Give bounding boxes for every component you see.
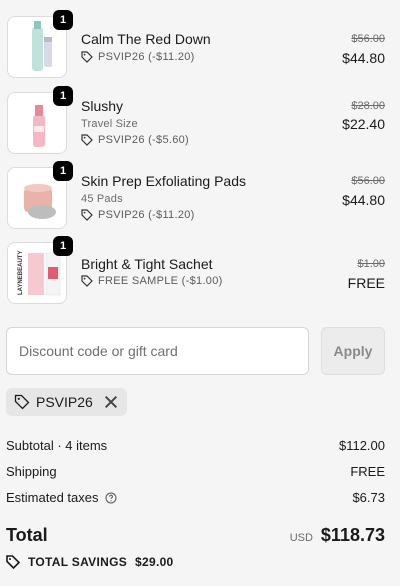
savings-label: TOTAL SAVINGS bbox=[28, 555, 128, 569]
product-thumbnail-wrap: 1 bbox=[7, 10, 73, 78]
tag-icon bbox=[81, 275, 93, 287]
discount-text: FREE SAMPLE (-$1.00) bbox=[98, 275, 223, 287]
apply-button[interactable]: Apply bbox=[321, 327, 385, 375]
taxes-label-wrap: Estimated taxes bbox=[6, 490, 117, 505]
product-thumbnail-wrap: 1 bbox=[7, 161, 73, 229]
original-price: $56.00 bbox=[351, 175, 385, 187]
shipping-row: Shipping FREE bbox=[6, 464, 385, 479]
tag-icon bbox=[81, 51, 93, 63]
product-variant: Travel Size bbox=[81, 118, 138, 130]
total-amount: $118.73 bbox=[320, 525, 385, 545]
discount-text: PSVIP26 (-$5.60) bbox=[98, 134, 190, 146]
tag-icon bbox=[81, 134, 93, 146]
original-price: $1.00 bbox=[357, 258, 385, 270]
product-variant: 45 Pads bbox=[81, 193, 123, 205]
subtotal-label: Subtotal · 4 items bbox=[6, 438, 108, 453]
quantity-badge: 1 bbox=[53, 161, 73, 181]
close-icon bbox=[104, 395, 117, 409]
discount-text: PSVIP26 (-$11.20) bbox=[98, 209, 195, 221]
final-price: $22.40 bbox=[342, 116, 385, 132]
line-item: 1 Slushy Travel Size PSVIP26 (-$5.60) $2… bbox=[0, 86, 400, 157]
total-savings: TOTAL SAVINGS $29.00 bbox=[6, 555, 174, 569]
discount-text: PSVIP26 (-$11.20) bbox=[98, 51, 195, 63]
help-circle-icon[interactable] bbox=[105, 492, 117, 504]
product-name: Skin Prep Exfoliating Pads bbox=[81, 173, 246, 189]
line-item: LAYNEBEAUTY 1 Bright & Tight Sachet FREE… bbox=[0, 236, 400, 308]
total-right: USD $118.73 bbox=[290, 525, 385, 546]
final-price: $44.80 bbox=[342, 50, 385, 66]
tag-icon bbox=[14, 394, 30, 410]
product-thumbnail-wrap: 1 bbox=[7, 86, 73, 154]
original-price: $28.00 bbox=[351, 100, 385, 112]
taxes-value: $6.73 bbox=[352, 490, 385, 505]
product-name: Calm The Red Down bbox=[81, 31, 211, 47]
applied-discount-chip: PSVIP26 bbox=[6, 388, 127, 416]
applied-code-label: PSVIP26 bbox=[36, 394, 93, 410]
sachet-brand-text: LAYNEBEAUTY bbox=[18, 251, 24, 295]
total-row: Total USD $118.73 bbox=[6, 525, 385, 546]
taxes-row: Estimated taxes $6.73 bbox=[6, 490, 385, 505]
tag-filled-icon bbox=[6, 555, 20, 569]
remove-code-button[interactable] bbox=[103, 394, 119, 410]
discount-line: PSVIP26 (-$5.60) bbox=[81, 134, 189, 146]
discount-line: PSVIP26 (-$11.20) bbox=[81, 209, 195, 221]
discount-code-input[interactable] bbox=[6, 327, 309, 375]
product-thumbnail-wrap: LAYNEBEAUTY 1 bbox=[7, 236, 73, 304]
currency-code: USD bbox=[289, 532, 313, 544]
discount-line: FREE SAMPLE (-$1.00) bbox=[81, 275, 223, 287]
tag-icon bbox=[81, 209, 93, 221]
product-name: Slushy bbox=[81, 98, 124, 114]
taxes-label: Estimated taxes bbox=[6, 490, 99, 505]
original-price: $56.00 bbox=[351, 33, 385, 45]
subtotal-row: Subtotal · 4 items $112.00 bbox=[6, 438, 385, 453]
subtotal-value: $112.00 bbox=[338, 438, 385, 453]
product-name: Bright & Tight Sachet bbox=[81, 256, 213, 272]
shipping-label: Shipping bbox=[6, 464, 57, 479]
line-item: 1 Skin Prep Exfoliating Pads 45 Pads PSV… bbox=[0, 161, 400, 232]
final-price: FREE bbox=[347, 275, 385, 291]
line-item: 1 Calm The Red Down PSVIP26 (-$11.20) $5… bbox=[0, 10, 400, 82]
quantity-badge: 1 bbox=[53, 86, 73, 106]
discount-line: PSVIP26 (-$11.20) bbox=[81, 51, 195, 63]
quantity-badge: 1 bbox=[53, 10, 73, 30]
total-label: Total bbox=[6, 525, 48, 545]
quantity-badge: 1 bbox=[53, 236, 73, 256]
savings-amount: $29.00 bbox=[135, 555, 174, 569]
final-price: $44.80 bbox=[342, 192, 385, 208]
shipping-value: FREE bbox=[350, 464, 385, 479]
